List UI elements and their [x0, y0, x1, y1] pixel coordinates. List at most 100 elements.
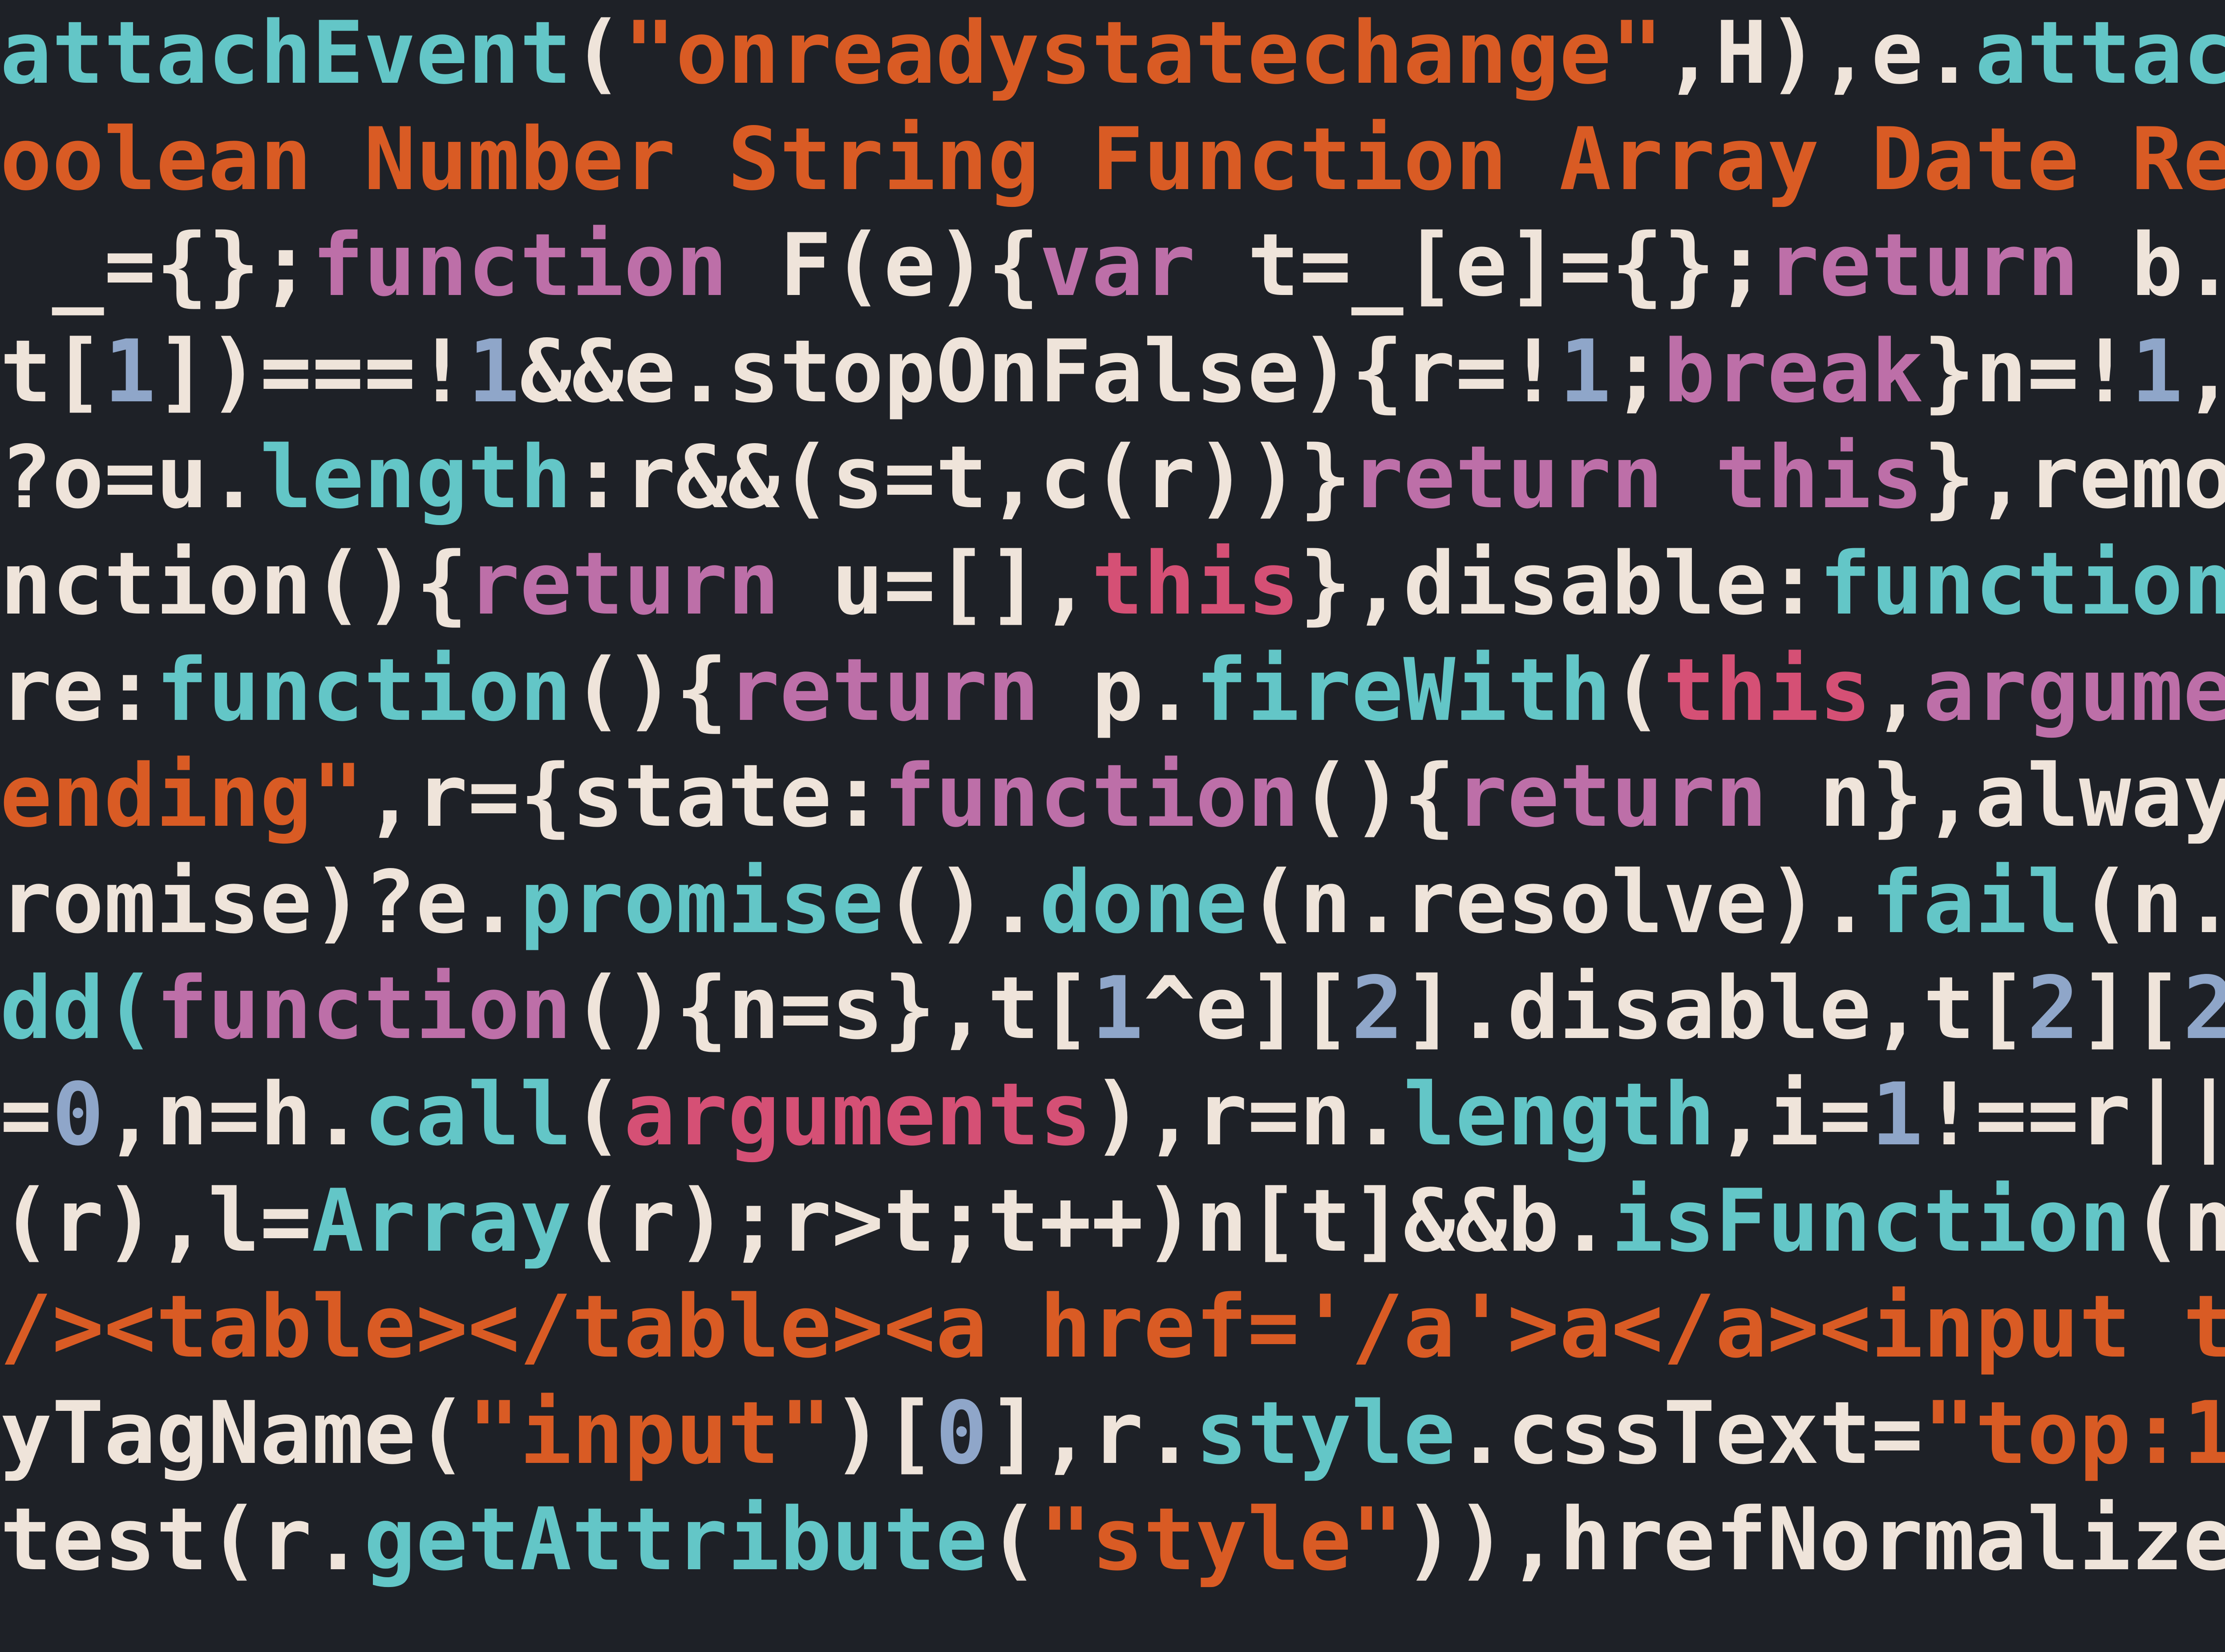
code-token: length: [260, 427, 572, 528]
code-token: =: [0, 1064, 52, 1165]
code-token: !==r||e&&: [1923, 1064, 2225, 1165]
code-token: romise)?e.: [0, 852, 520, 953]
code-token: (r),l=: [0, 1171, 312, 1271]
code-token: fireWith: [1195, 640, 1611, 740]
code-token: .cssText=: [1455, 1383, 1923, 1483]
code-line: attachEvent("onreadystatechange",H),e.at…: [0, 3, 2225, 103]
code-line: nction(){return u=[],this},disable:funct…: [0, 533, 2225, 634]
code-token: (){: [1299, 746, 1455, 846]
code-token: b.: [2079, 215, 2225, 315]
code-token: 1: [1559, 321, 1611, 422]
code-token: 2: [2027, 958, 2079, 1058]
code-token: )),hrefNormalized:: [1404, 1489, 2225, 1590]
code-token: fail: [1871, 852, 2079, 953]
code-token: (){n=s},t[: [572, 958, 1092, 1058]
code-line: _={};function F(e){var t=_[e]={};return …: [0, 215, 2225, 315]
code-token: getAttribute: [364, 1489, 988, 1590]
code-token: 0: [935, 1383, 987, 1483]
code-token: (n.resolve).: [1247, 852, 1871, 953]
code-token: 2: [2183, 958, 2225, 1058]
code-token: ,: [1871, 640, 1923, 740]
code-line: oolean Number String Function Array Date…: [0, 109, 2225, 210]
code-token: attachE: [1975, 3, 2225, 103]
code-token: function: [312, 215, 728, 315]
code-token: this: [1663, 640, 1871, 740]
code-token: _={};: [52, 215, 312, 315]
code-token: 1: [104, 321, 156, 422]
code-token: 1: [1871, 1064, 1923, 1165]
code-token: (: [572, 3, 624, 103]
code-token: done: [1040, 852, 1247, 953]
code-token: ,u&&: [2183, 321, 2225, 422]
code-token: }n=!: [1923, 321, 2131, 422]
code-token: &&e.stopOnFalse){r=!: [520, 321, 1559, 422]
code-token: )[: [832, 1383, 936, 1483]
code-token: this: [1092, 533, 1299, 634]
code-token: style: [1195, 1383, 1455, 1483]
code-token: ])===!: [156, 321, 468, 422]
code-token: /><table></table><a href='/a'>a</a><inpu…: [0, 1276, 2225, 1377]
code-line: dd(function(){n=s},t[1^e][2].disable,t[2…: [0, 958, 2225, 1058]
code-token: ;: [1611, 321, 1663, 422]
code-token: function: [156, 958, 571, 1058]
code-token: },disable:: [1299, 533, 1819, 634]
code-token: ],r.: [987, 1383, 1195, 1483]
code-token: 0: [52, 1064, 104, 1165]
code-token: arguments: [1923, 640, 2225, 740]
code-editor-viewport: attachEvent("onreadystatechange",H),e.at…: [0, 0, 2225, 1592]
code-token: F(e){: [728, 215, 1040, 315]
code-token: t=_[e]={};: [1195, 215, 1767, 315]
code-token: (: [1611, 640, 1663, 740]
code-token: u=[],: [780, 533, 1092, 634]
code-token: arguments: [624, 1064, 1092, 1165]
code-line: t[1])===!1&&e.stopOnFalse){r=!1;break}n=…: [0, 321, 2225, 422]
code-token: return: [1455, 746, 1767, 846]
code-token: (r);r>t;t++)n[t]&&b.: [572, 1171, 1611, 1271]
code-line: romise)?e.promise().done(n.resolve).fail…: [0, 852, 2225, 953]
code-line: yTagName("input")[0],r.style.cssText="to…: [0, 1383, 2225, 1483]
code-line: ?o=u.length:r&&(s=t,c(r))}return this},r…: [0, 427, 2225, 528]
code-token: 1: [468, 321, 520, 422]
code-token: ,r={state:: [364, 746, 884, 846]
code-token: call: [364, 1064, 572, 1165]
code-token: (: [572, 1064, 624, 1165]
code-token: ,i=: [1715, 1064, 1871, 1165]
code-line: test(r.getAttribute("style")),hrefNormal…: [0, 1489, 2225, 1590]
code-token: Array: [312, 1171, 572, 1271]
code-token: "top:1px: [1923, 1383, 2225, 1483]
code-token: function: [1819, 533, 2225, 634]
code-token: promise: [520, 852, 884, 953]
code-token: test(r.: [0, 1489, 364, 1590]
code-token: function: [884, 746, 1299, 846]
code-line: (r),l=Array(r);r>t;t++)n[t]&&b.isFunctio…: [0, 1171, 2225, 1271]
code-line: /><table></table><a href='/a'>a</a><inpu…: [0, 1276, 2225, 1377]
code-token: ,H),e.: [1663, 3, 1975, 103]
code-token: (: [987, 1489, 1040, 1590]
code-token: (n.re: [2079, 852, 2225, 953]
code-token: ),r=n.: [1092, 1064, 1404, 1165]
code-token: return: [728, 640, 1040, 740]
code-token: var: [1040, 215, 1195, 315]
code-line: ending",r={state:function(){return n},al…: [0, 746, 2225, 846]
code-token: 2: [1351, 958, 1404, 1058]
code-token: break: [1663, 321, 1923, 422]
code-token: "style": [1040, 1489, 1404, 1590]
code-token: n},always:: [1767, 746, 2225, 846]
code-token: re:: [0, 640, 156, 740]
code-token: attachEvent: [0, 3, 572, 103]
code-token: "input": [468, 1383, 832, 1483]
code-token: "onreadystatechange": [624, 3, 1663, 103]
code-token: (n[t: [2131, 1171, 2225, 1271]
code-token: ending": [0, 746, 364, 846]
code-token: oolean Number String Function Array Date…: [0, 109, 2225, 210]
code-token: ().: [884, 852, 1040, 953]
code-line: re:function(){return p.fireWith(this,arg…: [0, 640, 2225, 740]
code-token: ^e][: [1144, 958, 1351, 1058]
code-token: ,n=h.: [104, 1064, 364, 1165]
code-line: =0,n=h.call(arguments),r=n.length,i=1!==…: [0, 1064, 2225, 1165]
code-token: return this: [1351, 427, 1923, 528]
code-token: return: [468, 533, 780, 634]
code-token: function: [156, 640, 571, 740]
code-token: isFunction: [1611, 1171, 2131, 1271]
code-token: 1: [1092, 958, 1144, 1058]
